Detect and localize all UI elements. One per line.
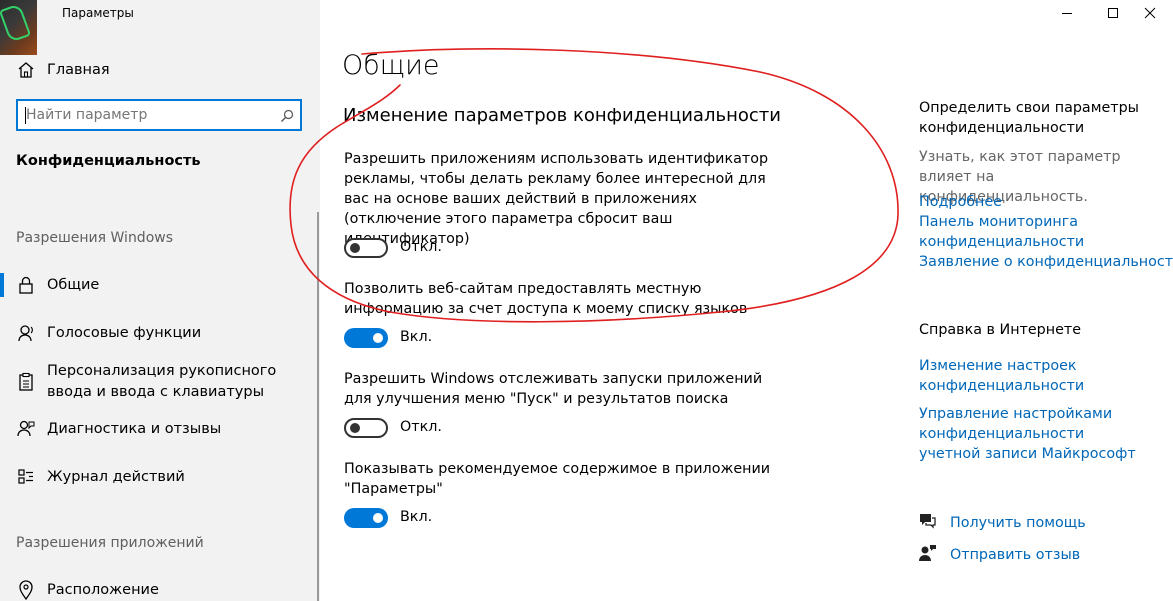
learn-more-link[interactable]: Подробнее <box>919 192 1002 212</box>
group-header-apps: Разрешения приложений <box>16 535 204 551</box>
get-help-link[interactable]: Получить помощь <box>917 511 1086 535</box>
send-feedback-label: Отправить отзыв <box>950 547 1081 563</box>
nav-item-label: Голосовые функции <box>47 325 202 341</box>
selected-indicator <box>0 273 4 297</box>
minimize-button[interactable] <box>1044 0 1090 26</box>
clipboard-icon <box>16 372 36 392</box>
change-privacy-settings-link[interactable]: Изменение настроек конфиденциальности <box>919 356 1089 396</box>
nav-home[interactable]: Главная <box>16 59 110 81</box>
toggle-state-label: Откл. <box>400 419 442 435</box>
toggle-state-label: Откл. <box>400 239 442 255</box>
section-subtitle: Изменение параметров конфиденциальности <box>343 105 781 126</box>
nav-item-diagnostics[interactable]: Диагностика и отзывы <box>16 419 221 440</box>
setting-description: Показывать рекомендуемое содержимое в пр… <box>344 461 771 497</box>
setting-description: Разрешить приложениям использовать идент… <box>344 151 769 247</box>
page-title: Общие <box>342 50 440 81</box>
group-header-windows: Разрешения Windows <box>16 230 174 246</box>
main-content: Общие Изменение параметров конфиденциаль… <box>320 0 1173 601</box>
feedback-icon <box>16 419 36 439</box>
toggle-knob <box>373 513 383 523</box>
search-box[interactable] <box>16 99 302 131</box>
setting-description: Позволить веб-сайтам предоставлять местн… <box>344 281 748 317</box>
nav-item-label: Общие <box>47 277 100 293</box>
get-help-label: Получить помощь <box>950 515 1086 531</box>
nav-item-label: Расположение <box>47 582 159 598</box>
feedback-person-icon <box>917 543 937 567</box>
close-button[interactable] <box>1127 0 1173 26</box>
minimize-icon <box>1062 13 1072 14</box>
voice-icon <box>16 323 36 343</box>
close-icon <box>1144 7 1156 19</box>
location-icon <box>16 580 36 600</box>
section-title: Конфиденциальность <box>16 153 201 169</box>
toggle-state-label: Вкл. <box>400 329 433 345</box>
nav-item-voice[interactable]: Голосовые функции <box>16 323 201 344</box>
toggle-knob <box>373 333 383 343</box>
language-list-toggle[interactable] <box>344 328 388 348</box>
avatar <box>0 0 37 55</box>
setting-description: Разрешить Windows отслеживать запуски пр… <box>344 371 763 407</box>
nav-item-activity[interactable]: Журнал действий <box>16 467 185 488</box>
home-icon <box>16 60 36 80</box>
window-title: Параметры <box>62 6 134 20</box>
search-input[interactable] <box>26 106 266 124</box>
search-icon[interactable] <box>280 108 294 127</box>
maximize-icon <box>1108 8 1118 18</box>
toggle-knob <box>350 243 360 253</box>
nav-item-label: Персонализация рукописного ввода и ввода… <box>47 363 277 400</box>
lock-icon <box>16 275 36 295</box>
privacy-statement-link[interactable]: Заявление о конфиденциальности <box>919 252 1173 272</box>
choose-settings-heading: Определить свои параметры конфиденциальн… <box>919 100 1139 136</box>
activity-icon <box>16 467 36 487</box>
toggle-knob <box>350 423 360 433</box>
sidebar: Параметры Главная Конфиденциальность Раз… <box>0 0 320 601</box>
advertising-id-toggle[interactable] <box>344 238 388 258</box>
nav-item-label: Диагностика и отзывы <box>47 421 222 437</box>
toggle-state-label: Вкл. <box>400 509 433 525</box>
sidebar-scrollbar[interactable] <box>317 212 319 601</box>
nav-item-label: Журнал действий <box>47 469 185 485</box>
nav-home-label: Главная <box>47 62 110 78</box>
nav-item-location[interactable]: Расположение <box>16 580 159 601</box>
send-feedback-link[interactable]: Отправить отзыв <box>917 543 1080 567</box>
help-chat-icon <box>917 511 937 535</box>
manage-account-privacy-link[interactable]: Управление настройками конфиденциальност… <box>919 404 1139 464</box>
text-caret <box>25 107 26 124</box>
nav-item-inking-typing[interactable]: Персонализация рукописного ввода и ввода… <box>16 361 317 403</box>
app-launch-tracking-toggle[interactable] <box>344 418 388 438</box>
privacy-dashboard-link[interactable]: Панель мониторинга конфиденциальности <box>919 212 1089 252</box>
suggested-content-toggle[interactable] <box>344 508 388 528</box>
nav-item-general[interactable]: Общие <box>16 275 99 296</box>
online-help-heading: Справка в Интернете <box>919 322 1082 338</box>
